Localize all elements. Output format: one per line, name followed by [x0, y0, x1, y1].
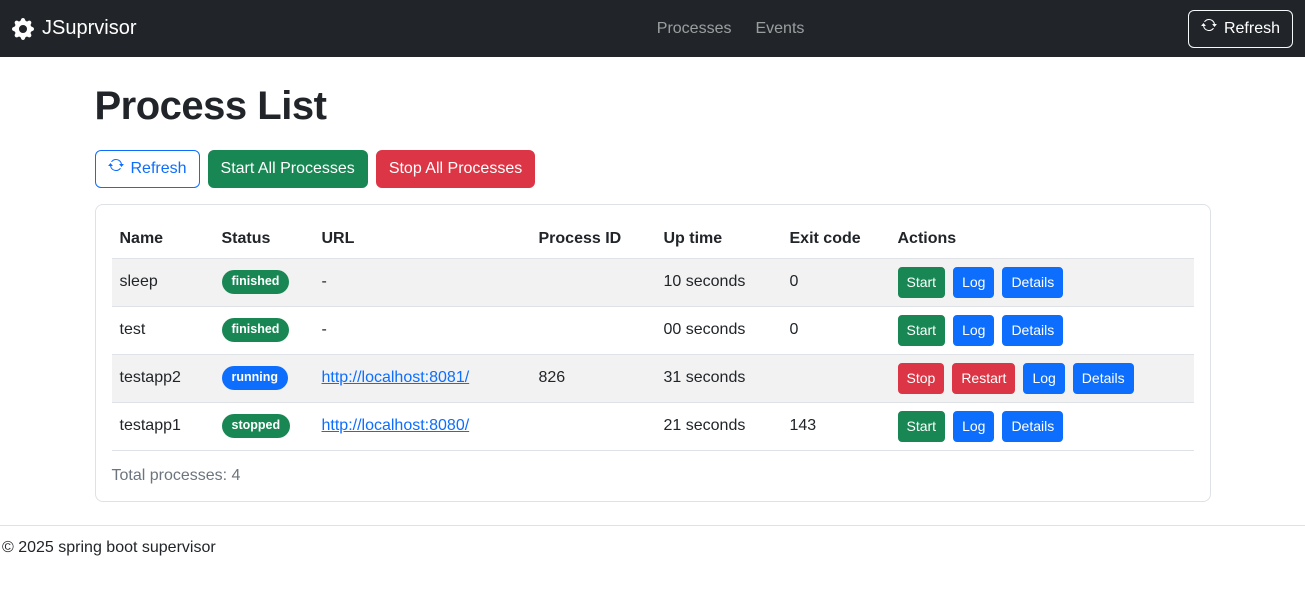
table-row: testapp1 stopped http://localhost:8080/ …	[112, 402, 1194, 450]
status-badge: stopped	[222, 414, 291, 438]
gear-icon	[12, 18, 34, 40]
cell-pid	[531, 306, 656, 354]
header-actions: Actions	[890, 221, 1194, 258]
refresh-button-label: Refresh	[131, 157, 187, 181]
brand-label: JSuprvisor	[42, 17, 136, 40]
header-process-id: Process ID	[531, 221, 656, 258]
process-list-card: Name Status URL Process ID Up time Exit …	[95, 204, 1211, 502]
cell-exit: 0	[782, 306, 890, 354]
cell-name: sleep	[112, 258, 214, 306]
cell-uptime: 10 seconds	[656, 258, 782, 306]
cell-url: -	[314, 306, 531, 354]
cell-name: testapp2	[112, 354, 214, 402]
status-badge: finished	[222, 270, 290, 294]
process-url-link[interactable]: http://localhost:8080/	[322, 417, 470, 434]
log-button[interactable]: Log	[1023, 363, 1064, 394]
start-button[interactable]: Start	[898, 315, 946, 346]
cell-name: test	[112, 306, 214, 354]
process-table: Name Status URL Process ID Up time Exit …	[112, 221, 1194, 451]
copyright-text: © 2025 spring boot supervisor	[2, 539, 216, 556]
process-url-link[interactable]: http://localhost:8081/	[322, 369, 470, 386]
cell-actions: StartLog Details	[890, 402, 1194, 450]
cell-pid	[531, 402, 656, 450]
header-exit-code: Exit code	[782, 221, 890, 258]
navbar: JSuprvisor Processes Events Refresh	[0, 0, 1305, 57]
nav-item-processes[interactable]: Processes	[649, 12, 740, 46]
header-url: URL	[314, 221, 531, 258]
details-button[interactable]: Details	[1002, 411, 1063, 442]
process-table-body: sleep finished - 10 seconds 0 StartLogDe…	[112, 258, 1194, 450]
stop-all-button[interactable]: Stop All Processes	[376, 150, 535, 188]
brand-link[interactable]: JSuprvisor	[12, 17, 136, 40]
start-button[interactable]: Start	[898, 411, 946, 442]
refresh-button[interactable]: Refresh	[95, 150, 200, 188]
cell-uptime: 00 seconds	[656, 306, 782, 354]
cell-actions: StartLog Details	[890, 258, 1194, 306]
navbar-refresh-button[interactable]: Refresh	[1188, 10, 1293, 48]
status-badge: finished	[222, 318, 290, 342]
status-badge: running	[222, 366, 289, 390]
nav-item-events[interactable]: Events	[747, 12, 812, 46]
header-name: Name	[112, 221, 214, 258]
total-processes: Total processes: 4	[112, 467, 1194, 485]
cell-url: http://localhost:8080/	[314, 402, 531, 450]
details-button[interactable]: Details	[1002, 315, 1063, 346]
start-button[interactable]: Start	[898, 267, 946, 298]
table-row: sleep finished - 10 seconds 0 StartLog De…	[112, 258, 1194, 306]
cell-pid: 826	[531, 354, 656, 402]
cell-exit: 0	[782, 258, 890, 306]
stop-button[interactable]: Stop	[898, 363, 945, 394]
restart-button[interactable]: Restart	[952, 363, 1015, 394]
arrow-repeat-icon	[108, 157, 124, 181]
cell-url: http://localhost:8081/	[314, 354, 531, 402]
details-button[interactable]: Details	[1002, 267, 1063, 298]
log-button[interactable]: Log	[953, 267, 994, 298]
cell-actions: StopRestart Log Details	[890, 354, 1194, 402]
cell-pid	[531, 258, 656, 306]
log-button[interactable]: Log	[953, 315, 994, 346]
main-container: Process List Refresh Start All Processes…	[95, 84, 1211, 502]
cell-name: testapp1	[112, 402, 214, 450]
page-title: Process List	[95, 84, 1211, 129]
table-row: testapp2 running http://localhost:8081/ …	[112, 354, 1194, 402]
cell-uptime: 31 seconds	[656, 354, 782, 402]
header-up-time: Up time	[656, 221, 782, 258]
footer: © 2025 spring boot supervisor	[0, 525, 1305, 587]
log-button[interactable]: Log	[953, 411, 994, 442]
arrow-repeat-icon	[1201, 17, 1217, 41]
cell-exit	[782, 354, 890, 402]
header-status: Status	[214, 221, 314, 258]
cell-uptime: 21 seconds	[656, 402, 782, 450]
cell-actions: StartLog Details	[890, 306, 1194, 354]
details-button[interactable]: Details	[1073, 363, 1134, 394]
navbar-nav: Processes Events	[645, 0, 817, 57]
table-header-row: Name Status URL Process ID Up time Exit …	[112, 221, 1194, 258]
cell-url: -	[314, 258, 531, 306]
navbar-refresh-label: Refresh	[1224, 17, 1280, 41]
cell-exit: 143	[782, 402, 890, 450]
table-row: test finished - 00 seconds 0 StartLog Det…	[112, 306, 1194, 354]
start-all-button[interactable]: Start All Processes	[208, 150, 368, 188]
toolbar: Refresh Start All Processes Stop All Pro…	[95, 150, 1211, 188]
